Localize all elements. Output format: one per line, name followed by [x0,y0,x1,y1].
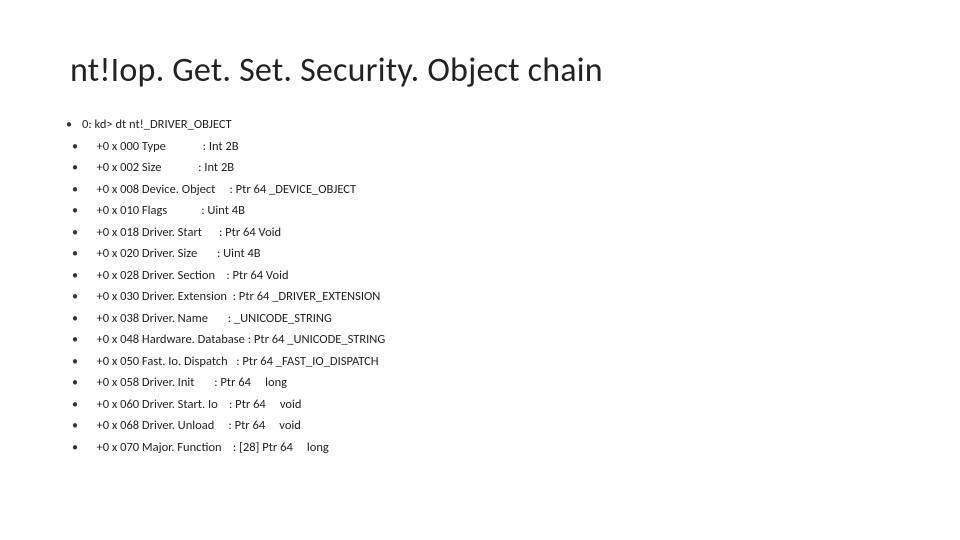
list-item: +0 x 030 Driver. Extension : Ptr 64 _DRI… [70,291,890,304]
list-item: +0 x 048 Hardware. Database : Ptr 64 _UN… [70,334,890,347]
list-item: +0 x 008 Device. Object : Ptr 64 _DEVICE… [70,184,890,197]
list-item: +0 x 002 Size : Int 2B [70,162,890,175]
bullet-list: 0: kd> dt nt!_DRIVER_OBJECT +0 x 000 Typ… [70,119,890,454]
list-item: +0 x 070 Major. Function : [28] Ptr 64 l… [70,442,890,455]
list-item: +0 x 020 Driver. Size : Uint 4B [70,248,890,261]
list-item: +0 x 068 Driver. Unload : Ptr 64 void [70,420,890,433]
list-item: +0 x 050 Fast. Io. Dispatch : Ptr 64 _FA… [70,356,890,369]
list-item: +0 x 028 Driver. Section : Ptr 64 Void [70,270,890,283]
list-item: +0 x 060 Driver. Start. Io : Ptr 64 void [70,399,890,412]
list-item: +0 x 018 Driver. Start : Ptr 64 Void [70,227,890,240]
list-item: +0 x 058 Driver. Init : Ptr 64 long [70,377,890,390]
slide-content: nt!Iop. Get. Set. Security. Object chain… [0,0,960,483]
slide-title: nt!Iop. Get. Set. Security. Object chain [70,50,890,91]
list-item: +0 x 038 Driver. Name : _UNICODE_STRING [70,313,890,326]
list-item: +0 x 000 Type : Int 2B [70,141,890,154]
list-item: 0: kd> dt nt!_DRIVER_OBJECT [70,119,890,132]
list-item: +0 x 010 Flags : Uint 4B [70,205,890,218]
